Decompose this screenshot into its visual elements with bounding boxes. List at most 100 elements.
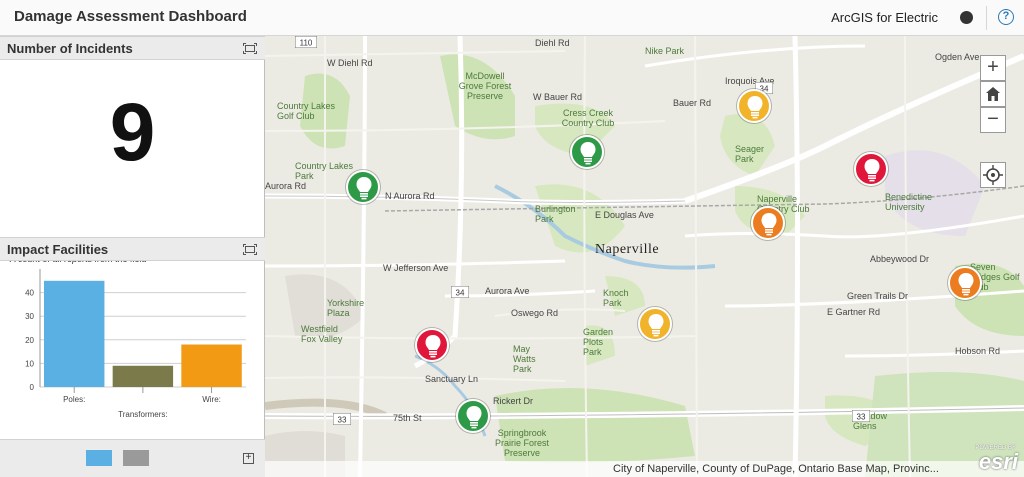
map-label: Garden Plots Park bbox=[583, 327, 614, 357]
map-label: W Bauer Rd bbox=[533, 92, 583, 102]
map-label: Hobson Rd bbox=[955, 346, 1001, 356]
map-label: 75th St bbox=[393, 413, 422, 423]
lightbulb-icon bbox=[864, 159, 880, 182]
map-label: Country Lakes Park bbox=[295, 161, 354, 181]
route-shield-label: 33 bbox=[857, 413, 866, 422]
lightbulb-icon bbox=[356, 177, 372, 200]
sidebar: Number of Incidents 9 A count of all rep… bbox=[0, 36, 265, 477]
lightbulb-icon bbox=[425, 335, 441, 358]
map-label: Oswego Rd bbox=[511, 308, 559, 318]
home-icon bbox=[986, 87, 1000, 101]
map-label: W Diehl Rd bbox=[327, 58, 373, 68]
map-label: Green Trails Dr bbox=[847, 291, 909, 301]
incident-pin[interactable] bbox=[854, 152, 888, 186]
locate-icon bbox=[983, 165, 1003, 185]
lightbulb-icon bbox=[466, 406, 482, 429]
map-label: Nike Park bbox=[645, 46, 685, 56]
expand-icon[interactable]: + bbox=[243, 453, 254, 464]
map-label: Aurora Rd bbox=[265, 181, 307, 191]
map-label: Rickert Dr bbox=[493, 396, 533, 406]
facilities-panel-title: Impact Facilities bbox=[7, 242, 109, 257]
product-name: ArcGIS for Electric bbox=[831, 10, 938, 25]
impact-facilities-chart: 0 10 20 30 40 Poles: Transformers: Wire: bbox=[0, 261, 265, 439]
route-shield: 33 bbox=[333, 413, 351, 425]
map-label: Westfield Fox Valley bbox=[301, 324, 343, 344]
incident-pin[interactable] bbox=[737, 89, 771, 123]
y-tick-label: 0 bbox=[30, 383, 35, 392]
map-label: Bauer Rd bbox=[673, 98, 712, 108]
legend-swatch-gray[interactable] bbox=[123, 450, 149, 466]
zoom-out-button[interactable]: − bbox=[980, 107, 1006, 133]
map-view[interactable]: W Diehl Rd Diehl Rd Nike Park Country La… bbox=[265, 36, 1024, 477]
incident-pin[interactable] bbox=[638, 307, 672, 341]
lightbulb-icon bbox=[648, 314, 664, 337]
incident-pin[interactable] bbox=[948, 266, 982, 300]
zoom-in-button[interactable]: + bbox=[980, 55, 1006, 81]
y-tick-label: 20 bbox=[25, 336, 34, 345]
esri-logo[interactable]: esri bbox=[979, 449, 1018, 475]
app-title: Damage Assessment Dashboard bbox=[14, 8, 247, 25]
home-button[interactable] bbox=[980, 81, 1006, 107]
map-label: Springbrook Prairie Forest Preserve bbox=[494, 428, 549, 458]
incident-pin[interactable] bbox=[346, 170, 380, 204]
map-label: W Jefferson Ave bbox=[383, 263, 449, 273]
maximize-icon[interactable] bbox=[243, 43, 257, 54]
map-label: May Watts Park bbox=[513, 344, 536, 374]
map-label: Cress Creek Country Club bbox=[561, 108, 615, 128]
map-label: Burlington Park bbox=[535, 204, 576, 224]
route-shield: 34 bbox=[451, 286, 469, 298]
help-icon[interactable]: ? bbox=[998, 9, 1014, 25]
bar-poles bbox=[44, 280, 105, 387]
header-divider bbox=[986, 6, 987, 30]
map-label: E Gartner Rd bbox=[827, 307, 881, 317]
lightbulb-icon bbox=[761, 213, 777, 236]
bar-transformers bbox=[112, 365, 174, 387]
map-label: Diehl Rd bbox=[535, 38, 570, 48]
map-label: Seager Park bbox=[735, 144, 765, 164]
incident-pin[interactable] bbox=[456, 399, 490, 433]
map-label: Abbeywood Dr bbox=[870, 254, 930, 264]
map-attribution: City of Naperville, County of DuPage, On… bbox=[265, 461, 1024, 477]
bar-chart-svg: 0 10 20 30 40 Poles: Transformers: Wire: bbox=[25, 269, 246, 419]
incidents-panel-title: Number of Incidents bbox=[7, 41, 133, 56]
attribution-text[interactable]: City of Naperville, County of DuPage, On… bbox=[613, 463, 939, 475]
city-label: Naperville bbox=[595, 242, 660, 257]
locate-button[interactable] bbox=[980, 162, 1006, 188]
map-label: Sanctuary Ln bbox=[425, 374, 479, 384]
map-label: Benedictine University bbox=[885, 192, 933, 212]
chart-footer: + bbox=[0, 439, 265, 477]
incident-pin[interactable] bbox=[415, 328, 449, 362]
map-label: Country Lakes Golf Club bbox=[277, 101, 336, 121]
y-tick-label: 40 bbox=[25, 289, 34, 298]
incident-pin[interactable] bbox=[570, 135, 604, 169]
route-shield-label: 34 bbox=[456, 289, 465, 298]
map-label: McDowell Grove Forest Preserve bbox=[458, 71, 512, 101]
incident-count: 9 bbox=[109, 87, 156, 178]
y-tick-label: 10 bbox=[25, 359, 34, 368]
route-shield: 33 bbox=[852, 410, 870, 422]
bar-wire bbox=[181, 344, 242, 387]
route-shield-label: 33 bbox=[338, 416, 347, 425]
map-label: E Douglas Ave bbox=[595, 210, 654, 220]
route-shield-label: 110 bbox=[300, 39, 313, 48]
incidents-panel-header: Number of Incidents bbox=[0, 36, 265, 60]
y-tick-label: 30 bbox=[25, 312, 34, 321]
user-circle-icon[interactable] bbox=[960, 11, 973, 24]
map-label: Ogden Ave bbox=[935, 52, 980, 62]
map-label: Aurora Ave bbox=[485, 286, 530, 296]
lightbulb-icon bbox=[580, 142, 596, 165]
x-tick-label: Transformers: bbox=[118, 410, 168, 419]
route-shield: 110 bbox=[295, 36, 317, 48]
x-tick-label: Poles: bbox=[63, 395, 85, 404]
legend-swatch-blue[interactable] bbox=[86, 450, 112, 466]
map-label: Knoch Park bbox=[603, 288, 629, 308]
facilities-panel-header: Impact Facilities bbox=[0, 237, 265, 261]
x-tick-label: Wire: bbox=[202, 395, 221, 404]
map-label: Yorkshire Plaza bbox=[327, 298, 365, 318]
lightbulb-icon bbox=[747, 96, 763, 119]
incident-pin[interactable] bbox=[751, 206, 785, 240]
map-label: N Aurora Rd bbox=[385, 191, 435, 201]
app-header: Damage Assessment Dashboard ArcGIS for E… bbox=[0, 0, 1024, 36]
lightbulb-icon bbox=[958, 273, 974, 296]
maximize-icon[interactable] bbox=[243, 244, 257, 255]
